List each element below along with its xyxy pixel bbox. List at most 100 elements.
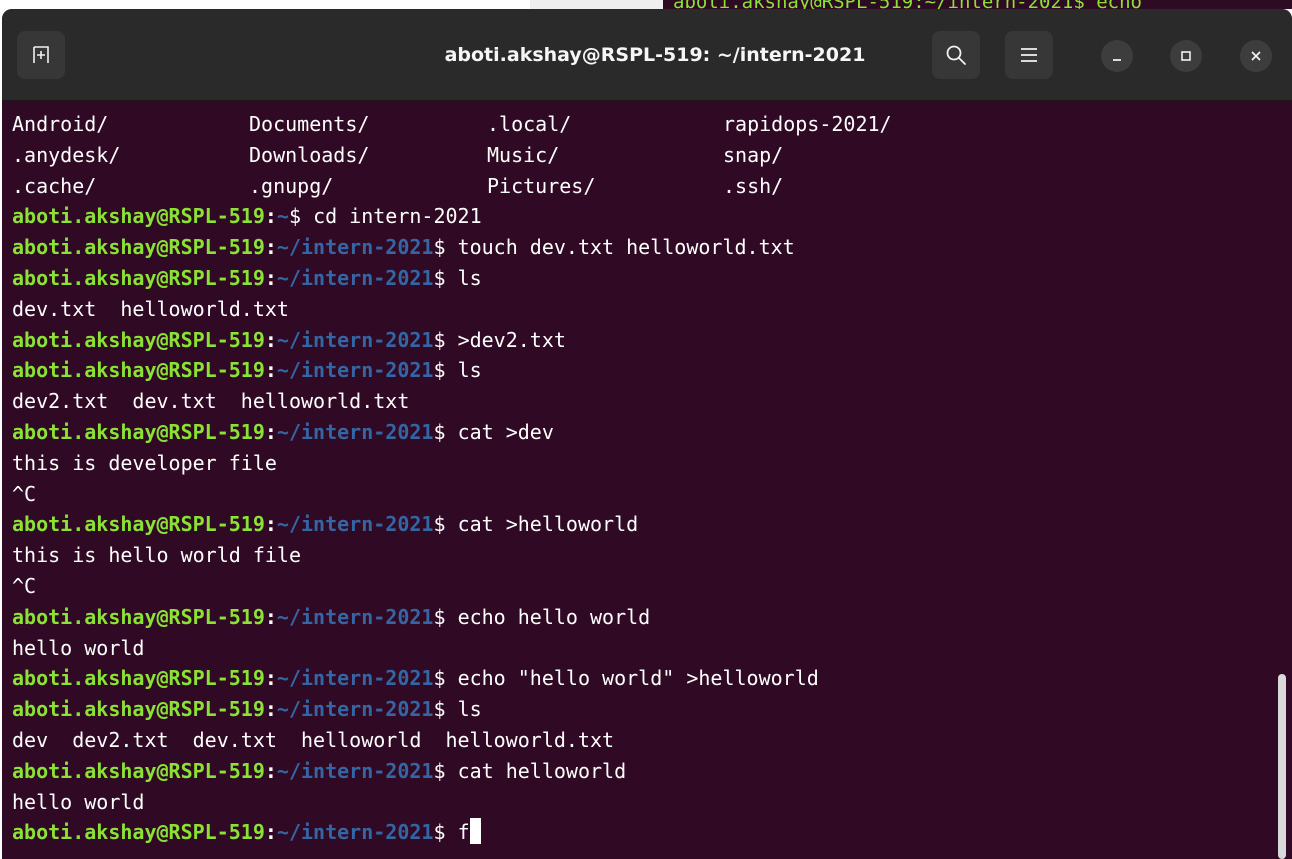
terminal-output[interactable]: Android/Documents/ .local/rapidops-2021/.…: [12, 109, 1272, 859]
prompt-user: aboti.akshay@RSPL-519: [12, 327, 265, 352]
ls-output-row: Android/Documents/ .local/rapidops-2021/: [12, 109, 1272, 140]
output-line: this is hello world file: [12, 543, 301, 568]
prompt-path: ~/intern-2021: [276, 235, 434, 260]
command-text: cd intern-2021: [313, 204, 482, 229]
search-button[interactable]: [932, 31, 980, 79]
prompt-path: ~/intern-2021: [276, 697, 434, 722]
prompt-user: aboti.akshay@RSPL-519: [12, 512, 265, 537]
prompt-path: ~/intern-2021: [276, 512, 434, 537]
ls-entry: .local/: [487, 112, 572, 136]
command-text: cat helloworld: [457, 758, 627, 783]
output-line: ^C: [12, 481, 37, 506]
prompt-symbol: $: [288, 204, 314, 229]
search-icon: [946, 45, 966, 65]
background-window: aboti.akshay@RSPL-519:~/intern-2021$ ech…: [0, 0, 1292, 9]
prompt-line: aboti.akshay@RSPL-519:~/intern-2021$ ls: [12, 355, 1272, 386]
prompt-line: aboti.akshay@RSPL-519:~/intern-2021$ tou…: [12, 232, 1272, 263]
prompt-path: ~/intern-2021: [276, 327, 434, 352]
prompt-colon: :: [264, 820, 277, 845]
prompt-line: aboti.akshay@RSPL-519:~$ cd intern-2021: [12, 201, 1272, 232]
prompt-colon: :: [264, 204, 277, 229]
ls-entry: .ssh/: [723, 173, 784, 198]
prompt-colon: :: [264, 512, 277, 537]
menu-button[interactable]: [1005, 31, 1053, 79]
prompt-line: aboti.akshay@RSPL-519:~/intern-2021$ f: [12, 817, 1272, 848]
background-terminal-window[interactable]: aboti.akshay@RSPL-519:~/intern-2021$ ech…: [663, 0, 1292, 9]
maximize-button[interactable]: [1170, 40, 1202, 72]
prompt-path: ~/intern-2021: [276, 265, 434, 290]
prompt-user: aboti.akshay@RSPL-519: [12, 604, 265, 629]
ls-entry: .anydesk/: [12, 142, 121, 167]
prompt-symbol: $: [433, 327, 458, 352]
prompt-user: aboti.akshay@RSPL-519: [12, 235, 265, 260]
command-text: ls: [457, 265, 482, 290]
minimize-icon: [1113, 59, 1121, 61]
prompt-symbol: $: [433, 604, 458, 629]
ls-entry: .gnupg/: [249, 173, 334, 198]
maximize-icon: [1181, 51, 1191, 61]
output-line: dev2.txt dev.txt helloworld.txt: [12, 389, 410, 414]
scrollbar[interactable]: [1278, 674, 1286, 859]
window-title: aboti.akshay@RSPL-519: ~/intern-2021: [2, 9, 1292, 100]
prompt-user: aboti.akshay@RSPL-519: [12, 358, 265, 383]
hamburger-menu-icon: [1021, 48, 1037, 62]
prompt-colon: :: [264, 358, 277, 383]
header-bar[interactable]: aboti.akshay@RSPL-519: ~/intern-2021: [2, 9, 1292, 101]
output-line: hello world: [12, 789, 145, 814]
new-tab-button[interactable]: [17, 31, 65, 79]
command-text: cat >dev: [457, 419, 554, 444]
prompt-path: ~/intern-2021: [276, 758, 434, 783]
command-text: ls: [457, 358, 482, 383]
command-text: >dev2.txt: [457, 327, 566, 352]
prompt-symbol: $: [433, 512, 458, 537]
ls-entry: snap/: [723, 142, 784, 167]
new-tab-icon: [33, 46, 49, 63]
close-button[interactable]: [1240, 40, 1272, 72]
prompt-colon: :: [264, 604, 277, 629]
ls-entry: .cache/: [12, 173, 97, 198]
command-text: echo hello world: [457, 604, 651, 629]
prompt-symbol: $: [433, 419, 458, 444]
prompt-user: aboti.akshay@RSPL-519: [12, 204, 265, 229]
prompt-line: aboti.akshay@RSPL-519:~/intern-2021$ cat…: [12, 509, 1272, 540]
ls-entry: Android/: [12, 112, 109, 136]
background-terminal-text: aboti.akshay@RSPL-519:~/intern-2021$ ech…: [673, 0, 1142, 9]
ls-entry: Documents/: [249, 112, 370, 136]
text-cursor: [469, 818, 481, 845]
command-text: cat >helloworld: [457, 512, 639, 537]
prompt-path: ~: [276, 204, 289, 229]
prompt-path: ~/intern-2021: [276, 358, 434, 383]
prompt-colon: :: [264, 327, 277, 352]
prompt-symbol: $: [433, 820, 458, 845]
background-window-gap: [530, 0, 663, 9]
prompt-symbol: $: [433, 265, 458, 290]
ls-entry: Downloads/: [249, 142, 370, 167]
command-text: f: [457, 820, 470, 845]
prompt-user: aboti.akshay@RSPL-519: [12, 697, 265, 722]
output-line: hello world: [12, 635, 145, 660]
output-line: dev dev2.txt dev.txt helloworld hellowor…: [12, 727, 615, 752]
ls-entry: Music/: [487, 142, 560, 167]
prompt-user: aboti.akshay@RSPL-519: [12, 758, 265, 783]
prompt-line: aboti.akshay@RSPL-519:~/intern-2021$ cat…: [12, 417, 1272, 448]
ls-entry: Pictures/: [487, 173, 596, 198]
prompt-line: aboti.akshay@RSPL-519:~/intern-2021$ ech…: [12, 663, 1272, 694]
prompt-symbol: $: [433, 758, 458, 783]
prompt-user: aboti.akshay@RSPL-519: [12, 666, 265, 691]
prompt-line: aboti.akshay@RSPL-519:~/intern-2021$ ls: [12, 263, 1272, 294]
terminal-window[interactable]: aboti.akshay@RSPL-519: ~/intern-2021 And…: [2, 9, 1292, 859]
prompt-user: aboti.akshay@RSPL-519: [12, 820, 265, 845]
ls-output-row: .anydesk/Downloads/Music/snap/: [12, 140, 1272, 171]
prompt-symbol: $: [433, 697, 458, 722]
prompt-colon: :: [264, 666, 277, 691]
prompt-path: ~/intern-2021: [276, 820, 434, 845]
prompt-symbol: $: [433, 235, 458, 260]
prompt-user: aboti.akshay@RSPL-519: [12, 419, 265, 444]
prompt-colon: :: [264, 235, 277, 260]
output-line: this is developer file: [12, 450, 277, 475]
prompt-line: aboti.akshay@RSPL-519:~/intern-2021$ >de…: [12, 325, 1272, 356]
prompt-symbol: $: [433, 358, 458, 383]
ls-output-row: .cache/ .gnupg/Pictures/ .ssh/: [12, 171, 1272, 202]
ls-entry: rapidops-2021/: [723, 112, 892, 136]
minimize-button[interactable]: [1101, 40, 1133, 72]
